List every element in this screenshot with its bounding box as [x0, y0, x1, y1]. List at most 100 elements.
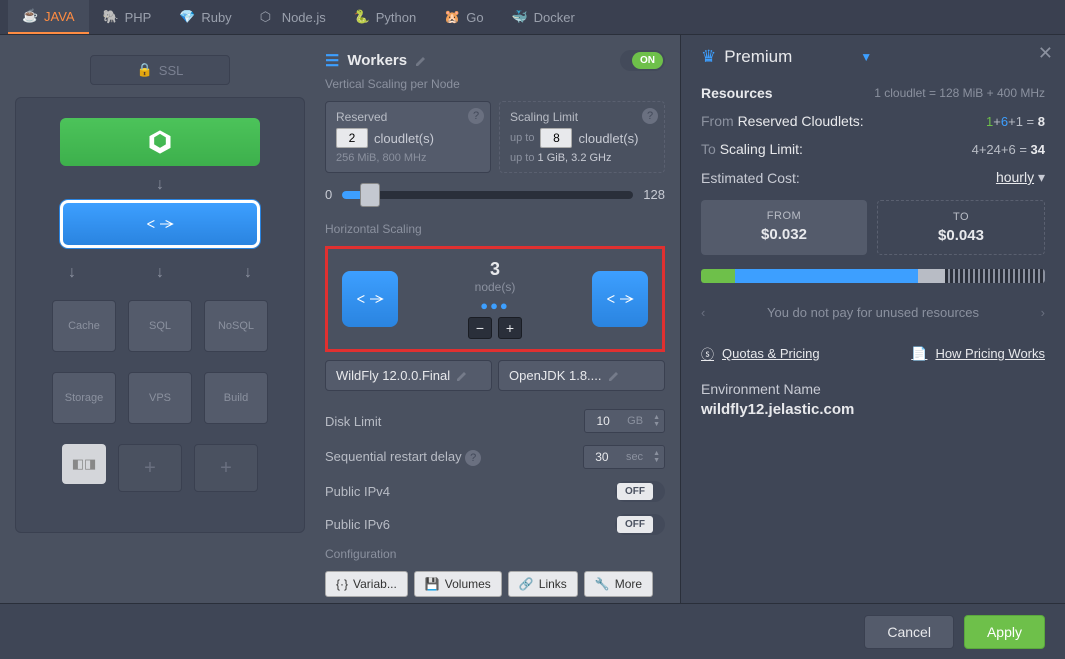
edit-icon[interactable]	[415, 55, 427, 67]
info-text: You do not pay for unused resources	[767, 305, 979, 320]
scaling-limit-box: ? Scaling Limit up tocloudlet(s) up to 1…	[499, 101, 665, 173]
add-block-2[interactable]: +	[194, 444, 258, 492]
cloudlet-slider[interactable]	[342, 191, 633, 199]
cloudlet-equation: 1 cloudlet = 128 MiB + 400 MHz	[874, 86, 1045, 100]
arrow-down-icon: ↓	[28, 176, 292, 194]
docker-icon: 🐳	[512, 9, 528, 25]
python-icon: 🐍	[354, 9, 370, 25]
spinner-icon[interactable]: ▲▼	[649, 414, 664, 428]
disk-icon: 💾	[425, 577, 440, 591]
env-name: wildfly12.jelastic.com	[701, 401, 1045, 418]
tab-java[interactable]: ☕JAVA	[8, 0, 89, 34]
vps-block[interactable]: VPS	[128, 372, 192, 424]
apply-button[interactable]: Apply	[964, 615, 1045, 649]
workers-toggle[interactable]: ON	[620, 50, 665, 71]
cache-block[interactable]: Cache	[52, 300, 116, 352]
links-button[interactable]: 🔗Links	[508, 571, 578, 597]
tab-python[interactable]: 🐍Python	[340, 0, 430, 34]
chevron-right-icon[interactable]: ›	[1041, 305, 1045, 320]
tab-nodejs[interactable]: ⬡Node.js	[246, 0, 340, 34]
ipv6-toggle[interactable]: OFF	[615, 514, 665, 535]
restart-delay-input[interactable]: sec▲▼	[583, 445, 665, 469]
premium-dropdown[interactable]: ▼	[860, 50, 872, 64]
edit-icon	[456, 370, 468, 382]
slider-max: 128	[643, 187, 665, 202]
slider-handle[interactable]	[360, 183, 380, 207]
quotas-link[interactable]: ⓢQuotas & Pricing	[701, 344, 820, 363]
wildfly-icon	[146, 217, 174, 231]
lock-icon: 🔒	[137, 62, 153, 78]
braces-icon: {·}	[336, 577, 348, 591]
tab-ruby[interactable]: 💎Ruby	[165, 0, 245, 34]
env-name-label: Environment Name	[701, 381, 1045, 397]
reserved-input[interactable]	[336, 128, 368, 148]
spinner-icon[interactable]: ▲▼	[649, 450, 664, 464]
vertical-scaling-label: Vertical Scaling per Node	[325, 77, 665, 91]
tab-go[interactable]: 🐹Go	[430, 0, 497, 34]
close-icon[interactable]: ✕	[1038, 43, 1053, 64]
hs-node-left[interactable]	[342, 271, 398, 327]
storage-block[interactable]: Storage	[52, 372, 116, 424]
document-icon: 📄	[911, 346, 927, 362]
hs-node-right[interactable]	[592, 271, 648, 327]
period-dropdown[interactable]: hourly ▾	[996, 169, 1045, 186]
horizontal-scaling-box: 3 node(s) ●●● − +	[325, 246, 665, 352]
sql-block[interactable]: SQL	[128, 300, 192, 352]
decrease-nodes-button[interactable]: −	[468, 317, 492, 339]
tab-docker[interactable]: 🐳Docker	[498, 0, 589, 34]
cost-to-box: TO $0.043	[877, 200, 1045, 255]
extra-block[interactable]: ◧◨	[62, 444, 106, 484]
go-icon: 🐹	[444, 9, 460, 25]
apps-icon: ◧◨	[72, 456, 97, 472]
premium-title: Premium	[724, 47, 792, 67]
wildfly-version-button[interactable]: WildFly 12.0.0.Final	[325, 360, 492, 391]
chevron-left-icon[interactable]: ‹	[701, 305, 705, 320]
section-title: Workers	[347, 52, 407, 69]
help-icon[interactable]: ?	[468, 108, 484, 124]
cancel-button[interactable]: Cancel	[864, 615, 954, 649]
disk-limit-label: Disk Limit	[325, 414, 381, 429]
ipv4-toggle[interactable]: OFF	[615, 481, 665, 502]
app-server-block[interactable]	[60, 200, 260, 248]
from-calc: 1+6+1 = 8	[986, 114, 1045, 129]
volumes-button[interactable]: 💾Volumes	[414, 571, 502, 597]
how-pricing-link[interactable]: 📄How Pricing Works	[911, 344, 1045, 363]
help-icon[interactable]: ?	[642, 108, 658, 124]
wrench-icon: 🔧	[595, 577, 610, 591]
load-balancer-block[interactable]	[60, 118, 260, 166]
crown-icon: ♛	[701, 47, 716, 67]
dollar-icon: ⓢ	[701, 344, 714, 363]
ssl-button[interactable]: 🔒SSL	[90, 55, 230, 85]
php-icon: 🐘	[103, 9, 119, 25]
reserved-box: ? Reserved cloudlet(s) 256 MiB, 800 MHz	[325, 101, 491, 173]
resources-label: Resources	[701, 85, 773, 101]
slider-min: 0	[325, 187, 332, 202]
link-icon: 🔗	[519, 577, 534, 591]
node-dots: ●●●	[468, 298, 522, 313]
jdk-version-button[interactable]: OpenJDK 1.8....	[498, 360, 665, 391]
tab-php[interactable]: 🐘PHP	[89, 0, 166, 34]
build-block[interactable]: Build	[204, 372, 268, 424]
more-button[interactable]: 🔧More	[584, 571, 653, 597]
nosql-block[interactable]: NoSQL	[204, 300, 268, 352]
ipv4-label: Public IPv4	[325, 484, 390, 499]
menu-icon: ☰	[325, 51, 339, 71]
ipv6-label: Public IPv6	[325, 517, 390, 532]
cost-from-box: FROM $0.032	[701, 200, 867, 255]
cost-bar	[701, 269, 1045, 283]
to-calc: 4+24+6 = 34	[972, 142, 1045, 157]
horizontal-scaling-label: Horizontal Scaling	[325, 222, 665, 236]
java-icon: ☕	[22, 8, 38, 24]
arrow-down-icon: ↓	[68, 264, 76, 282]
arrow-down-icon: ↓	[156, 264, 164, 282]
help-icon[interactable]: ?	[465, 450, 481, 466]
disk-limit-input[interactable]: GB▲▼	[584, 409, 665, 433]
configuration-label: Configuration	[325, 547, 665, 561]
ruby-icon: 💎	[179, 9, 195, 25]
add-block-1[interactable]: +	[118, 444, 182, 492]
estimated-cost-label: Estimated Cost:	[701, 170, 800, 186]
increase-nodes-button[interactable]: +	[498, 317, 522, 339]
scaling-input[interactable]	[540, 128, 572, 148]
variables-button[interactable]: {·}Variab...	[325, 571, 408, 597]
arrow-down-icon: ↓	[244, 264, 252, 282]
